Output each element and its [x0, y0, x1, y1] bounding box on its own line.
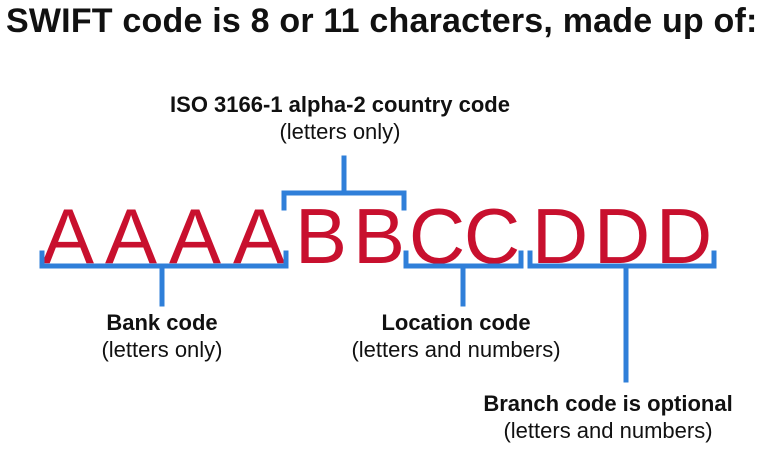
bank-code-title: Bank code	[106, 310, 218, 335]
bank-code-subtitle: (letters only)	[101, 337, 223, 362]
branch-code-subtitle: (letters and numbers)	[503, 418, 713, 443]
location-bracket	[403, 250, 524, 307]
branch-code-label: Branch code is optional (letters and num…	[448, 390, 762, 444]
branch-code-title: Branch code is optional	[483, 391, 733, 416]
location-code-title: Location code	[381, 310, 531, 335]
location-code-label: Location code (letters and numbers)	[306, 309, 606, 363]
country-bracket	[281, 155, 407, 211]
bank-bracket	[39, 250, 289, 307]
bracket-lines	[39, 155, 717, 383]
bank-code-label: Bank code (letters only)	[52, 309, 272, 363]
location-code-subtitle: (letters and numbers)	[351, 337, 561, 362]
